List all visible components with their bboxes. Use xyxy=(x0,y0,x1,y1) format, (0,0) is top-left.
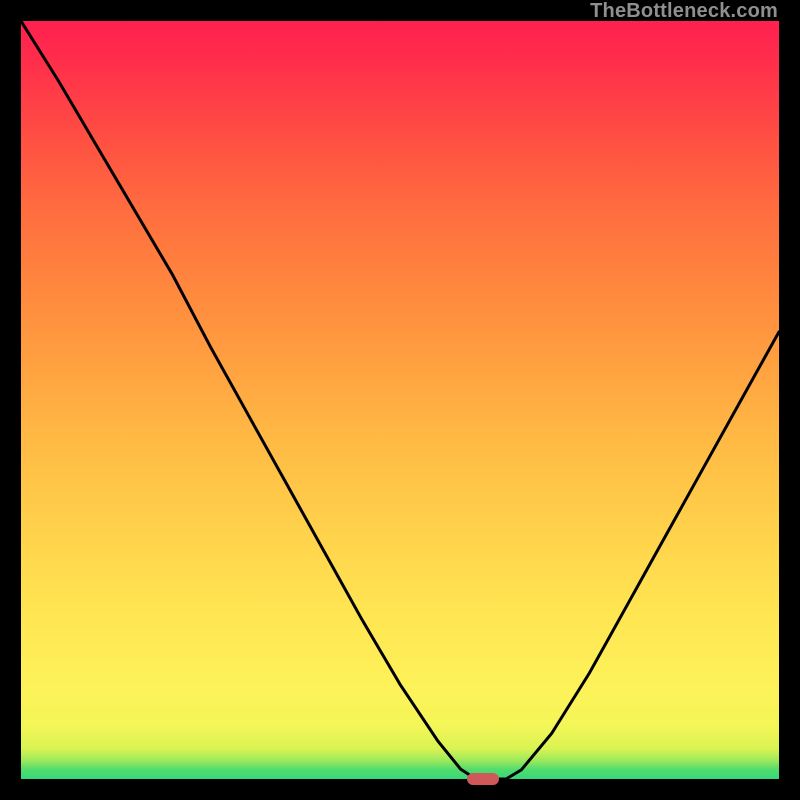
bottleneck-curve xyxy=(21,21,779,779)
curve-path xyxy=(21,21,779,779)
watermark-text: TheBottleneck.com xyxy=(590,0,778,23)
chart-frame: TheBottleneck.com xyxy=(0,0,800,800)
optimal-marker xyxy=(467,773,499,785)
plot-area xyxy=(21,21,779,779)
